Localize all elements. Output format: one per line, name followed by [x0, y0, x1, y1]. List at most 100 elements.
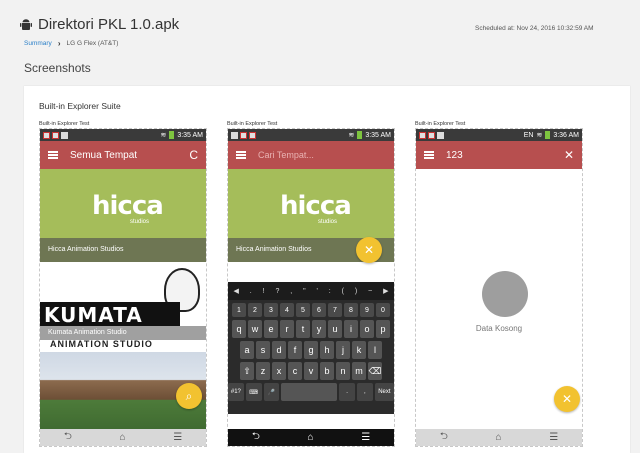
back-icon[interactable]: ⮌: [440, 429, 448, 446]
keyboard-symbol-key[interactable]: ~: [368, 288, 372, 295]
breadcrumb: Summary › LG G Flex (AT&T): [24, 39, 118, 48]
keyboard-key[interactable]: l: [368, 341, 382, 359]
keyboard-key[interactable]: e: [264, 320, 278, 338]
menu-icon[interactable]: ☰: [173, 432, 182, 443]
list-item[interactable]: hicca studios Hicca Animation Studios: [40, 169, 206, 262]
home-icon[interactable]: ⌂: [496, 432, 502, 443]
keyboard-key[interactable]: i: [344, 320, 358, 338]
screenshot-1[interactable]: Built-in Explorer Test ≋ 3:35 AM Semua Te…: [39, 120, 207, 447]
keyboard-key[interactable]: 2: [248, 303, 262, 317]
keyboard-row-1: qwertyuiop: [228, 320, 394, 338]
keyboard-key[interactable]: s: [256, 341, 270, 359]
keyboard-key[interactable]: h: [320, 341, 334, 359]
keyboard-key[interactable]: f: [288, 341, 302, 359]
breadcrumb-device: LG G Flex (AT&T): [66, 40, 119, 47]
menu-icon[interactable]: ☰: [549, 432, 558, 443]
breadcrumb-summary-link[interactable]: Summary: [24, 40, 52, 47]
keyboard-key[interactable]: z: [256, 362, 270, 380]
hicca-logo: hicca: [92, 191, 164, 221]
keyboard-symbol-key[interactable]: ": [303, 288, 306, 295]
wifi-icon: ≋: [348, 132, 355, 139]
keyboard-key[interactable]: x: [272, 362, 286, 380]
keyboard-key[interactable]: u: [328, 320, 342, 338]
search-input[interactable]: Cari Tempat...: [258, 150, 386, 160]
screenshot-3[interactable]: Built-in Explorer Test EN ≋ 3:36 AM 123 ✕ …: [415, 120, 583, 447]
search-query[interactable]: 123: [446, 150, 564, 161]
android-icon: [20, 19, 32, 30]
keyboard-row-2: asdfghjkl: [228, 341, 394, 359]
keyboard-key[interactable]: w: [248, 320, 262, 338]
keyboard-symbol-key[interactable]: ◀: [233, 287, 238, 295]
status-time: 3:35 AM: [365, 131, 391, 139]
keyboard-key[interactable]: j: [336, 341, 350, 359]
kumata-logo-subtitle: ANIMATION STUDIO: [50, 339, 153, 349]
keyboard-key[interactable]: 0: [376, 303, 390, 317]
phone-frame: ≋ 3:35 AM Semua Tempat C hicca studios Hi…: [39, 128, 207, 447]
keyboard-symbol-key[interactable]: :: [329, 288, 331, 295]
section-title: Screenshots: [24, 61, 91, 75]
key-period[interactable]: .: [339, 383, 355, 401]
close-fab-icon[interactable]: ✕: [356, 237, 382, 263]
microphone-icon[interactable]: 🎤: [263, 383, 280, 401]
status-time: 3:35 AM: [177, 131, 203, 139]
keyboard-key[interactable]: v: [304, 362, 318, 380]
keyboard-key[interactable]: b: [320, 362, 334, 380]
clear-search-icon[interactable]: ✕: [564, 148, 574, 162]
home-icon[interactable]: ⌂: [120, 432, 126, 443]
key-symbols[interactable]: #1?: [228, 383, 244, 401]
keyboard-key[interactable]: 9: [360, 303, 374, 317]
back-icon[interactable]: ⮌: [252, 429, 260, 446]
back-icon[interactable]: ⮌: [64, 429, 72, 446]
keyboard-key[interactable]: 6: [312, 303, 326, 317]
search-fab-icon[interactable]: ⌕: [176, 383, 202, 409]
keyboard-symbol-key[interactable]: !: [263, 288, 265, 295]
keyboard-status-icon: [231, 131, 238, 139]
android-status-icon: [61, 131, 68, 139]
keyboard-symbol-key[interactable]: ,: [290, 288, 292, 295]
key-space[interactable]: [281, 383, 338, 401]
app-toolbar: 123 ✕: [416, 141, 582, 169]
hamburger-menu-icon[interactable]: [236, 151, 246, 159]
key-next[interactable]: Next: [374, 383, 394, 401]
keyboard-key[interactable]: 5: [296, 303, 310, 317]
hamburger-menu-icon[interactable]: [424, 151, 434, 159]
keyboard-symbol-key[interactable]: ): [355, 288, 357, 295]
keyboard-key[interactable]: r: [280, 320, 294, 338]
keyboard-key[interactable]: d: [272, 341, 286, 359]
keyboard-key[interactable]: a: [240, 341, 254, 359]
home-icon[interactable]: ⌂: [308, 432, 314, 443]
keyboard-key[interactable]: 3: [264, 303, 278, 317]
keyboard-key[interactable]: o: [360, 320, 374, 338]
keyboard-key[interactable]: m: [352, 362, 366, 380]
keyboard-key[interactable]: p: [376, 320, 390, 338]
keyboard-key[interactable]: 1: [232, 303, 246, 317]
keyboard-key[interactable]: ⇧: [240, 362, 254, 380]
hamburger-menu-icon[interactable]: [48, 151, 58, 159]
keyboard-key[interactable]: ⌫: [368, 362, 382, 380]
keyboard-key[interactable]: 8: [344, 303, 358, 317]
menu-icon[interactable]: ☰: [361, 432, 370, 443]
keyboard-symbol-key[interactable]: (: [342, 288, 344, 295]
key-comma[interactable]: ,: [357, 383, 373, 401]
screenshot-2[interactable]: Built-in Explorer Test ≋ 3:35 AM Cari Tem…: [227, 120, 395, 447]
keyboard-key[interactable]: g: [304, 341, 318, 359]
keyboard-key[interactable]: n: [336, 362, 350, 380]
keyboard-symbol-key[interactable]: .: [250, 288, 252, 295]
keyboard-key[interactable]: c: [288, 362, 302, 380]
battery-icon: [545, 131, 551, 139]
empty-state-icon: [482, 271, 528, 317]
keyboard-symbol-key[interactable]: ▶: [383, 287, 388, 295]
key-keyboard-settings[interactable]: ⌨: [245, 383, 262, 401]
keyboard-symbol-key[interactable]: ': [317, 288, 318, 295]
refresh-icon[interactable]: C: [189, 148, 198, 162]
keyboard-key[interactable]: k: [352, 341, 366, 359]
list-item[interactable]: KUMATA Kumata Animation Studio ANIMATION…: [40, 262, 206, 352]
kumata-logo: KUMATA: [44, 303, 143, 327]
close-fab-icon[interactable]: ✕: [554, 386, 580, 412]
keyboard-key[interactable]: t: [296, 320, 310, 338]
keyboard-key[interactable]: q: [232, 320, 246, 338]
keyboard-key[interactable]: y: [312, 320, 326, 338]
keyboard-symbol-key[interactable]: ?: [275, 288, 279, 295]
keyboard-key[interactable]: 7: [328, 303, 342, 317]
keyboard-key[interactable]: 4: [280, 303, 294, 317]
